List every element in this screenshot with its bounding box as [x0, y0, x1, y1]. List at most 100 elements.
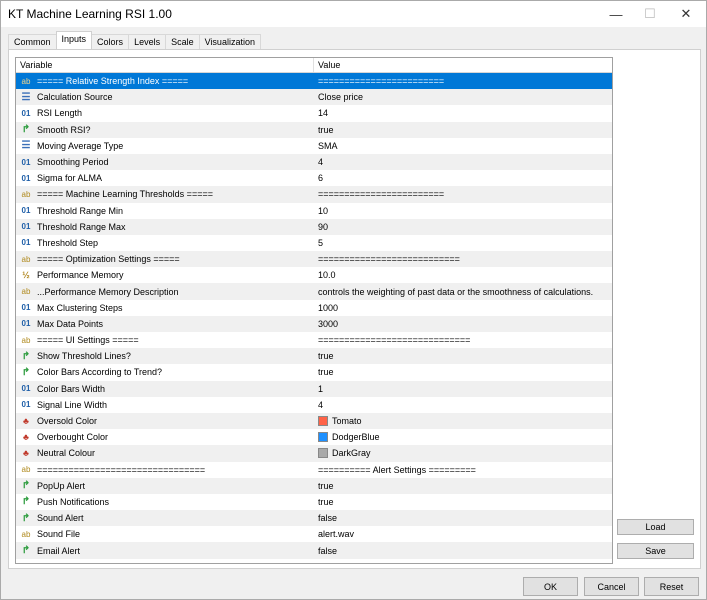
save-button[interactable]: Save [617, 543, 694, 559]
value-cell[interactable]: 3000 [314, 316, 612, 332]
reset-button[interactable]: Reset [644, 577, 699, 596]
value-cell[interactable]: controls the weighting of past data or t… [314, 283, 612, 299]
table-row[interactable]: ♣ Overbought Color DodgerBlue [16, 429, 612, 445]
value-cell[interactable]: 10.0 [314, 267, 612, 283]
value-cell[interactable]: ======================== [314, 186, 612, 202]
value-cell[interactable]: ============================= [314, 332, 612, 348]
value-cell[interactable]: true [314, 122, 612, 138]
table-row[interactable]: ↱ Sound Alert false [16, 510, 612, 527]
value-text: ============================= [318, 335, 471, 346]
table-row[interactable]: ab Sound File alert.wav [16, 526, 612, 542]
column-header-value[interactable]: Value [314, 58, 612, 72]
value-text: Tomato [332, 416, 362, 427]
value-cell[interactable]: false [314, 510, 612, 526]
value-cell[interactable]: 10 [314, 203, 612, 219]
table-row[interactable]: 01 Sigma for ALMA 6 [16, 170, 612, 186]
value-cell[interactable]: 1 [314, 381, 612, 397]
table-row[interactable]: ab ===== UI Settings ===== ===============… [16, 332, 612, 348]
color-type-icon: ♣ [23, 448, 29, 459]
table-row[interactable]: 01 Smoothing Period 4 [16, 153, 612, 171]
tab-inputs[interactable]: Inputs [55, 31, 93, 49]
value-cell[interactable]: 1000 [314, 300, 612, 316]
table-row[interactable]: ♣ Neutral Colour DarkGray [16, 445, 612, 462]
value-cell[interactable]: 90 [314, 219, 612, 235]
value-text: 10 [318, 205, 329, 216]
table-row[interactable]: 01 Threshold Range Min 10 [16, 203, 612, 219]
column-header-variable[interactable]: Variable [16, 58, 314, 72]
minimize-icon[interactable]: — [599, 3, 633, 25]
value-cell[interactable]: false [314, 542, 612, 558]
integer-type-icon: 01 [21, 400, 31, 410]
table-row[interactable]: ♣ Oversold Color Tomato [16, 412, 612, 430]
value-cell[interactable]: 6 [314, 170, 612, 186]
table-row[interactable]: ab ================================ ======… [16, 462, 612, 478]
boolean-type-icon: ↱ [21, 512, 31, 524]
variable-cell: ab ===== Relative Strength Index ===== [16, 73, 314, 89]
value-cell[interactable]: true [314, 494, 612, 510]
integer-type-icon: 01 [21, 157, 31, 167]
value-cell[interactable]: Tomato [314, 413, 612, 429]
variable-name: Push Notifications [37, 496, 110, 507]
table-row[interactable]: ab ===== Machine Learning Thresholds ====… [16, 186, 612, 203]
value-cell[interactable]: 4 [314, 397, 612, 413]
variable-name: Color Bars According to Trend? [37, 367, 163, 378]
table-row[interactable]: 01 Color Bars Width 1 [16, 380, 612, 397]
value-cell[interactable]: Close price [314, 89, 612, 105]
value-text: 10.0 [318, 270, 336, 281]
value-cell[interactable]: true [314, 478, 612, 494]
table-row[interactable]: ½ Performance Memory 10.0 [16, 267, 612, 283]
variable-name: Max Data Points [37, 318, 104, 329]
value-text: true [318, 496, 334, 507]
value-cell[interactable]: ======================== [314, 73, 612, 90]
value-cell[interactable]: DodgerBlue [314, 429, 612, 445]
variable-name: Calculation Source [37, 92, 113, 103]
tab-levels[interactable]: Levels [128, 34, 167, 49]
variable-cell: 01 Signal Line Width [16, 397, 314, 413]
close-icon[interactable]: ✕ [669, 3, 703, 25]
grid-header: Variable Value [16, 58, 612, 73]
value-cell[interactable]: true [314, 364, 612, 380]
table-row[interactable]: ab ===== Relative Strength Index ===== ===… [16, 73, 612, 90]
variable-cell: ↱ Color Bars According to Trend? [16, 364, 314, 380]
table-row[interactable]: 01 Threshold Range Max 90 [16, 218, 612, 235]
value-cell[interactable]: true [314, 348, 612, 364]
value-cell[interactable]: DarkGray [314, 445, 612, 461]
load-button[interactable]: Load [617, 519, 694, 535]
value-cell[interactable]: 4 [314, 154, 612, 170]
table-row[interactable]: ↱ Show Threshold Lines? true [16, 348, 612, 365]
value-cell[interactable]: ========== Alert Settings ========= [314, 462, 612, 478]
value-cell[interactable]: 5 [314, 235, 612, 251]
table-row[interactable]: ☰ Moving Average Type SMA [16, 138, 612, 154]
value-text: DarkGray [332, 448, 371, 459]
maximize-icon[interactable]: ☐ [633, 3, 667, 25]
tab-common[interactable]: Common [8, 34, 57, 49]
boolean-type-icon: ↱ [21, 350, 31, 362]
tab-colors[interactable]: Colors [91, 34, 130, 49]
tab-scale[interactable]: Scale [165, 34, 200, 49]
table-row[interactable]: ↱ Color Bars According to Trend? true [16, 364, 612, 380]
value-cell[interactable]: SMA [314, 138, 612, 154]
table-row[interactable]: ab ===== Optimization Settings ===== =====… [16, 251, 612, 268]
table-row[interactable]: 01 Signal Line Width 4 [16, 397, 612, 413]
table-row[interactable]: ab ...Performance Memory Description contr… [16, 283, 612, 300]
table-row[interactable]: ↱ Smooth RSI? true [16, 121, 612, 138]
table-row[interactable]: 01 RSI Length 14 [16, 105, 612, 121]
value-cell[interactable]: 14 [314, 105, 612, 121]
ok-button[interactable]: OK [523, 577, 578, 596]
table-row[interactable]: 01 Max Clustering Steps 1000 [16, 300, 612, 316]
variable-name: Threshold Range Max [37, 221, 126, 232]
table-row[interactable]: ☰ Calculation Source Close price [16, 89, 612, 106]
text-type-icon: ab [21, 529, 31, 539]
table-row[interactable]: ↱ PopUp Alert true [16, 477, 612, 494]
tab-visualization[interactable]: Visualization [198, 34, 261, 49]
table-row[interactable]: ↱ Email Alert false [16, 542, 612, 559]
value-text: 5 [318, 237, 324, 248]
table-row[interactable]: 01 Max Data Points 3000 [16, 315, 612, 332]
value-cell[interactable]: alert.wav [314, 526, 612, 542]
cancel-button[interactable]: Cancel [584, 577, 639, 596]
table-row[interactable]: ↱ Push Notifications true [16, 494, 612, 510]
variable-name: ...Performance Memory Description [37, 286, 179, 297]
table-row[interactable]: 01 Threshold Step 5 [16, 235, 612, 251]
variable-cell: ab ===== Machine Learning Thresholds ====… [16, 186, 314, 202]
value-cell[interactable]: =========================== [314, 251, 612, 267]
